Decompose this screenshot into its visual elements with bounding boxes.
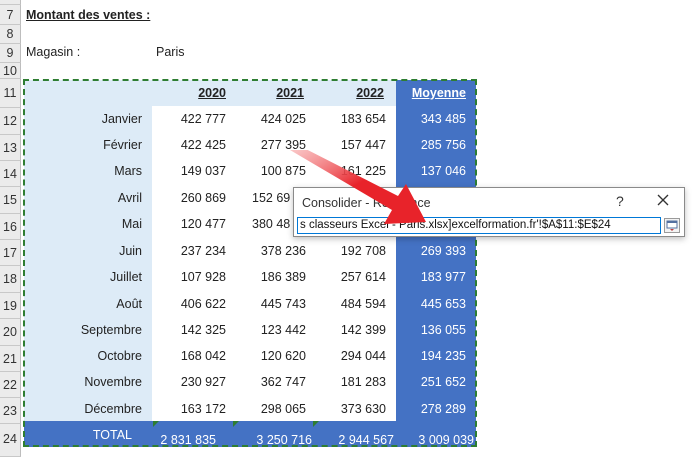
pointer-arrow-icon: [290, 150, 426, 224]
row-header[interactable]: 11: [0, 79, 21, 108]
row-header[interactable]: 16: [0, 214, 21, 240]
row-header[interactable]: 15: [0, 187, 21, 214]
sheet-heading[interactable]: Montant des ventes :: [26, 8, 150, 22]
selection-marquee: [23, 79, 477, 447]
row-header[interactable]: 10: [0, 63, 21, 79]
row-header[interactable]: 9: [0, 44, 21, 63]
close-icon[interactable]: [654, 191, 672, 209]
row-header[interactable]: 18: [0, 266, 21, 293]
row-header[interactable]: 20: [0, 319, 21, 346]
store-label[interactable]: Magasin :: [26, 45, 80, 59]
row-header[interactable]: 22: [0, 372, 21, 398]
row-header[interactable]: 12: [0, 108, 21, 135]
store-value[interactable]: Paris: [156, 45, 184, 59]
row-header[interactable]: 24: [0, 424, 21, 457]
row-header[interactable]: 23: [0, 398, 21, 424]
row-header[interactable]: 13: [0, 135, 21, 161]
row-header[interactable]: 19: [0, 293, 21, 319]
row-header[interactable]: [0, 0, 21, 5]
collapse-dialog-icon[interactable]: [664, 218, 680, 233]
help-button[interactable]: ?: [616, 193, 624, 209]
row-header[interactable]: 21: [0, 346, 21, 372]
row-header[interactable]: 17: [0, 240, 21, 266]
row-header[interactable]: 14: [0, 161, 21, 187]
row-header[interactable]: 7: [0, 5, 21, 25]
row-header[interactable]: 8: [0, 25, 21, 44]
spreadsheet: 7 8 9 10 11 12 13 14 15 16 17 18 19 20 2…: [0, 0, 698, 457]
